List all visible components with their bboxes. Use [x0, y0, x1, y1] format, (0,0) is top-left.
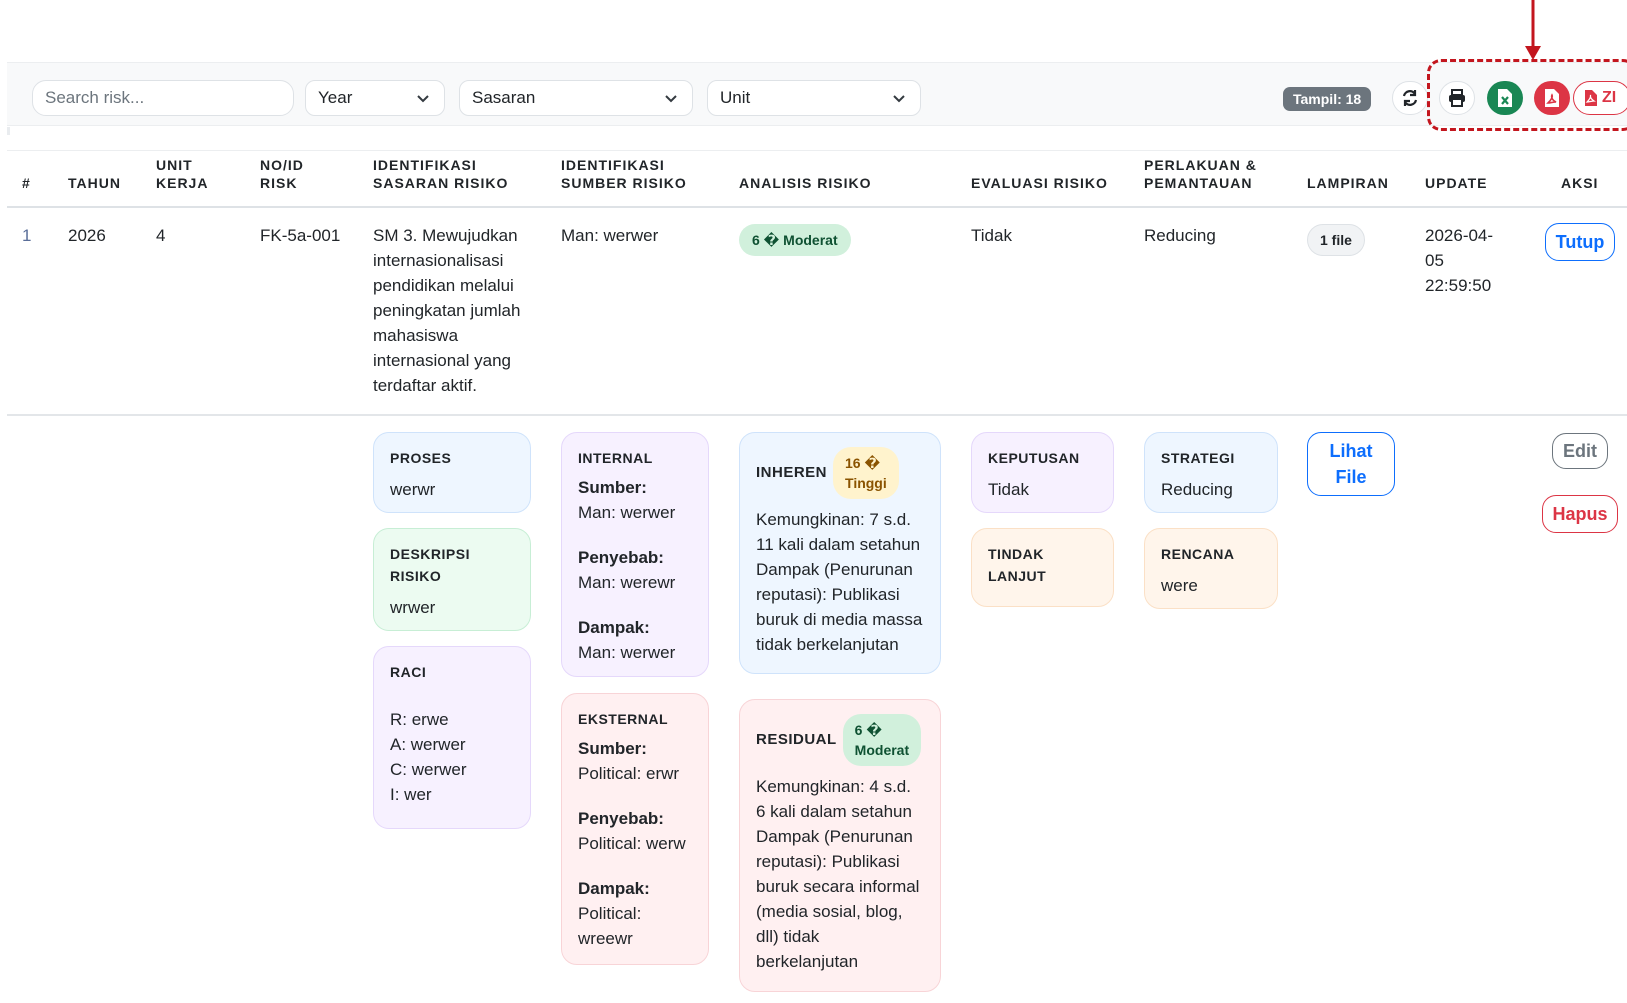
file-excel-icon: [1498, 89, 1512, 107]
divider: [7, 414, 1627, 416]
col-header-lampiran: LAMPIRAN: [1307, 175, 1389, 191]
row-sasaran: SM 3. Mewujudkan internasionalisasi pend…: [373, 226, 521, 395]
view-file-button[interactable]: Lihat File: [1307, 432, 1395, 496]
attachment-count-badge: 1 file: [1307, 224, 1365, 256]
col-header-tahun: TAHUN: [68, 175, 121, 191]
raci-card: RACI R: erwe A: werwer C: werwer I: wer: [373, 646, 531, 829]
year-select[interactable]: Year: [305, 80, 445, 116]
row-tahun: 2026: [68, 226, 106, 245]
rencana-card: RENCANA were: [1144, 528, 1278, 609]
analisis-risk-badge: 6 � Moderat: [739, 224, 851, 256]
eksternal-source-card: EKSTERNAL Sumber: Political: erwr Penyeb…: [561, 693, 709, 965]
divider: [7, 150, 1627, 151]
export-excel-button[interactable]: [1487, 81, 1523, 115]
delete-button[interactable]: Hapus: [1542, 495, 1618, 533]
col-header-num: #: [22, 175, 31, 191]
residual-risk-card: RESIDUAL 6 � Moderat Kemungkinan: 4 s.d.…: [739, 699, 941, 992]
chevron-down-icon: [417, 95, 429, 103]
row-evaluasi: Tidak: [971, 226, 1012, 245]
chevron-down-icon: [893, 95, 905, 103]
deskripsi-risiko-card: DESKRIPSI RISIKO wrwer: [373, 528, 531, 631]
row-perlakuan: Reducing: [1144, 226, 1216, 245]
col-header-analisis: ANALISIS RISIKO: [739, 175, 872, 191]
tindak-lanjut-card: TINDAK LANJUT: [971, 528, 1114, 607]
row-risk-id: FK-5a-001: [260, 226, 341, 245]
sasaran-select[interactable]: Sasaran: [459, 80, 693, 116]
divider: [7, 127, 10, 135]
col-header-sasaran: IDENTIFIKASI SASARAN RISIKO: [373, 157, 509, 191]
search-input[interactable]: [32, 80, 294, 116]
col-header-update: UPDATE: [1425, 175, 1488, 191]
row-unit: 4: [156, 226, 166, 245]
row-update: 2026-04- 05 22:59:50: [1425, 226, 1494, 295]
export-zip-button[interactable]: ZI: [1573, 81, 1627, 115]
internal-source-card: INTERNAL Sumber: Man: werwer Penyebab: M…: [561, 432, 709, 677]
residual-level-badge: 6 � Moderat: [842, 714, 922, 766]
chevron-down-icon: [665, 95, 677, 103]
inheren-risk-card: INHEREN 16 � Tinggi Kemungkinan: 7 s.d. …: [739, 432, 941, 674]
refresh-button[interactable]: [1392, 81, 1428, 115]
row-number: 1: [22, 226, 32, 245]
col-header-perlakuan: PERLAKUAN & PEMANTAUAN: [1144, 157, 1257, 191]
refresh-icon: [1402, 90, 1418, 106]
close-detail-button[interactable]: Tutup: [1545, 223, 1615, 261]
filter-toolbar: Year Sasaran Unit Tampil: 18: [7, 62, 1627, 135]
edit-button[interactable]: Edit: [1552, 433, 1608, 469]
divider: [7, 206, 1627, 208]
export-pdf-button[interactable]: [1534, 81, 1570, 115]
strategi-card: STRATEGI Reducing: [1144, 432, 1278, 513]
file-zip-icon: [1585, 90, 1597, 106]
print-button[interactable]: [1439, 81, 1475, 115]
keputusan-card: KEPUTUSAN Tidak: [971, 432, 1114, 513]
col-header-unit: UNIT KERJA: [156, 157, 209, 191]
proses-card: PROSES werwr: [373, 432, 531, 513]
inheren-level-badge: 16 � Tinggi: [833, 447, 899, 499]
col-header-id: NO/ID RISK: [260, 157, 304, 191]
unit-select[interactable]: Unit: [707, 80, 921, 116]
col-header-sumber: IDENTIFIKASI SUMBER RISIKO: [561, 157, 687, 191]
result-count-badge: Tampil: 18: [1283, 87, 1372, 111]
col-header-aksi: AKSI: [1561, 175, 1599, 191]
row-sumber: Man: werwer: [561, 226, 659, 245]
col-header-evaluasi: EVALUASI RISIKO: [971, 175, 1108, 191]
arrow-down-icon: [1525, 0, 1541, 60]
file-pdf-icon: [1545, 89, 1559, 107]
printer-icon: [1449, 89, 1465, 107]
